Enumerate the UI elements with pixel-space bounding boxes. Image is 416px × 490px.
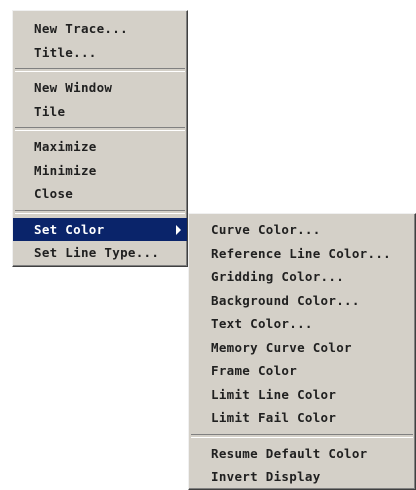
menu-item-label: Curve Color... — [211, 222, 321, 237]
menu-item-curve-color[interactable]: Curve Color... — [189, 218, 415, 242]
menu-item-label: Limit Fail Color — [211, 410, 337, 425]
menu-item-background-color[interactable]: Background Color... — [189, 289, 415, 313]
menu-item-text-color[interactable]: Text Color... — [189, 312, 415, 336]
menu-item-label: Limit Line Color — [211, 386, 337, 402]
menu-item-label: Text Color... — [211, 316, 313, 331]
menu-item-limit-fail-color[interactable]: Limit Fail Color — [189, 406, 415, 430]
menu-item-resume-default-color[interactable]: Resume Default Color — [189, 442, 415, 466]
menu-item-tile[interactable]: Tile — [13, 100, 187, 124]
set-color-submenu: Curve Color... Reference Line Color... G… — [188, 213, 416, 490]
menu-item-label: Frame Color — [211, 363, 298, 378]
menu-item-label: Gridding Color... — [211, 269, 345, 284]
context-menu: New Trace... Title... New Window Tile Ma… — [12, 10, 188, 267]
menu-item-gridding-color[interactable]: Gridding Color... — [189, 265, 415, 289]
menu-item-label: Minimize — [34, 162, 97, 178]
menu-item-label: New Window — [34, 80, 113, 95]
menu-item-maximize[interactable]: Maximize — [13, 135, 187, 159]
menu-item-title[interactable]: Title... — [13, 41, 187, 65]
menu-item-set-line-type[interactable]: Set Line Type... — [13, 241, 187, 265]
menu-item-new-window[interactable]: New Window — [13, 76, 187, 100]
menu-item-label: Reference Line Color... — [211, 245, 391, 261]
menu-item-frame-color[interactable]: Frame Color — [189, 359, 415, 383]
menu-item-set-color[interactable]: Set Color — [13, 217, 187, 241]
menu-item-invert-display[interactable]: Invert Display — [189, 465, 415, 489]
submenu-arrow-icon — [176, 224, 181, 235]
menu-item-label: New Trace... — [34, 21, 128, 36]
menu-item-close[interactable]: Close — [13, 182, 187, 206]
menu-item-label: Maximize — [34, 139, 97, 154]
menu-separator — [15, 127, 185, 131]
menu-item-label: Resume Default Color — [211, 445, 368, 461]
menu-item-label: Title... — [34, 44, 97, 60]
menu-item-memory-curve-color[interactable]: Memory Curve Color — [189, 336, 415, 360]
menu-item-reference-line-color[interactable]: Reference Line Color... — [189, 242, 415, 266]
menu-item-limit-line-color[interactable]: Limit Line Color — [189, 383, 415, 407]
menu-item-label: Background Color... — [211, 292, 360, 308]
menu-item-label: Memory Curve Color — [211, 339, 352, 355]
menu-item-minimize[interactable]: Minimize — [13, 159, 187, 183]
menu-separator — [191, 433, 413, 438]
menu-item-label: Tile — [34, 103, 66, 119]
menu-item-label: Close — [34, 186, 74, 201]
menu-item-label: Set Line Type... — [34, 245, 160, 260]
menu-separator — [15, 68, 185, 72]
menu-separator — [15, 209, 185, 214]
menu-item-label: Invert Display — [211, 469, 321, 484]
menu-item-new-trace[interactable]: New Trace... — [13, 17, 187, 41]
menu-item-label: Set Color — [34, 221, 105, 237]
